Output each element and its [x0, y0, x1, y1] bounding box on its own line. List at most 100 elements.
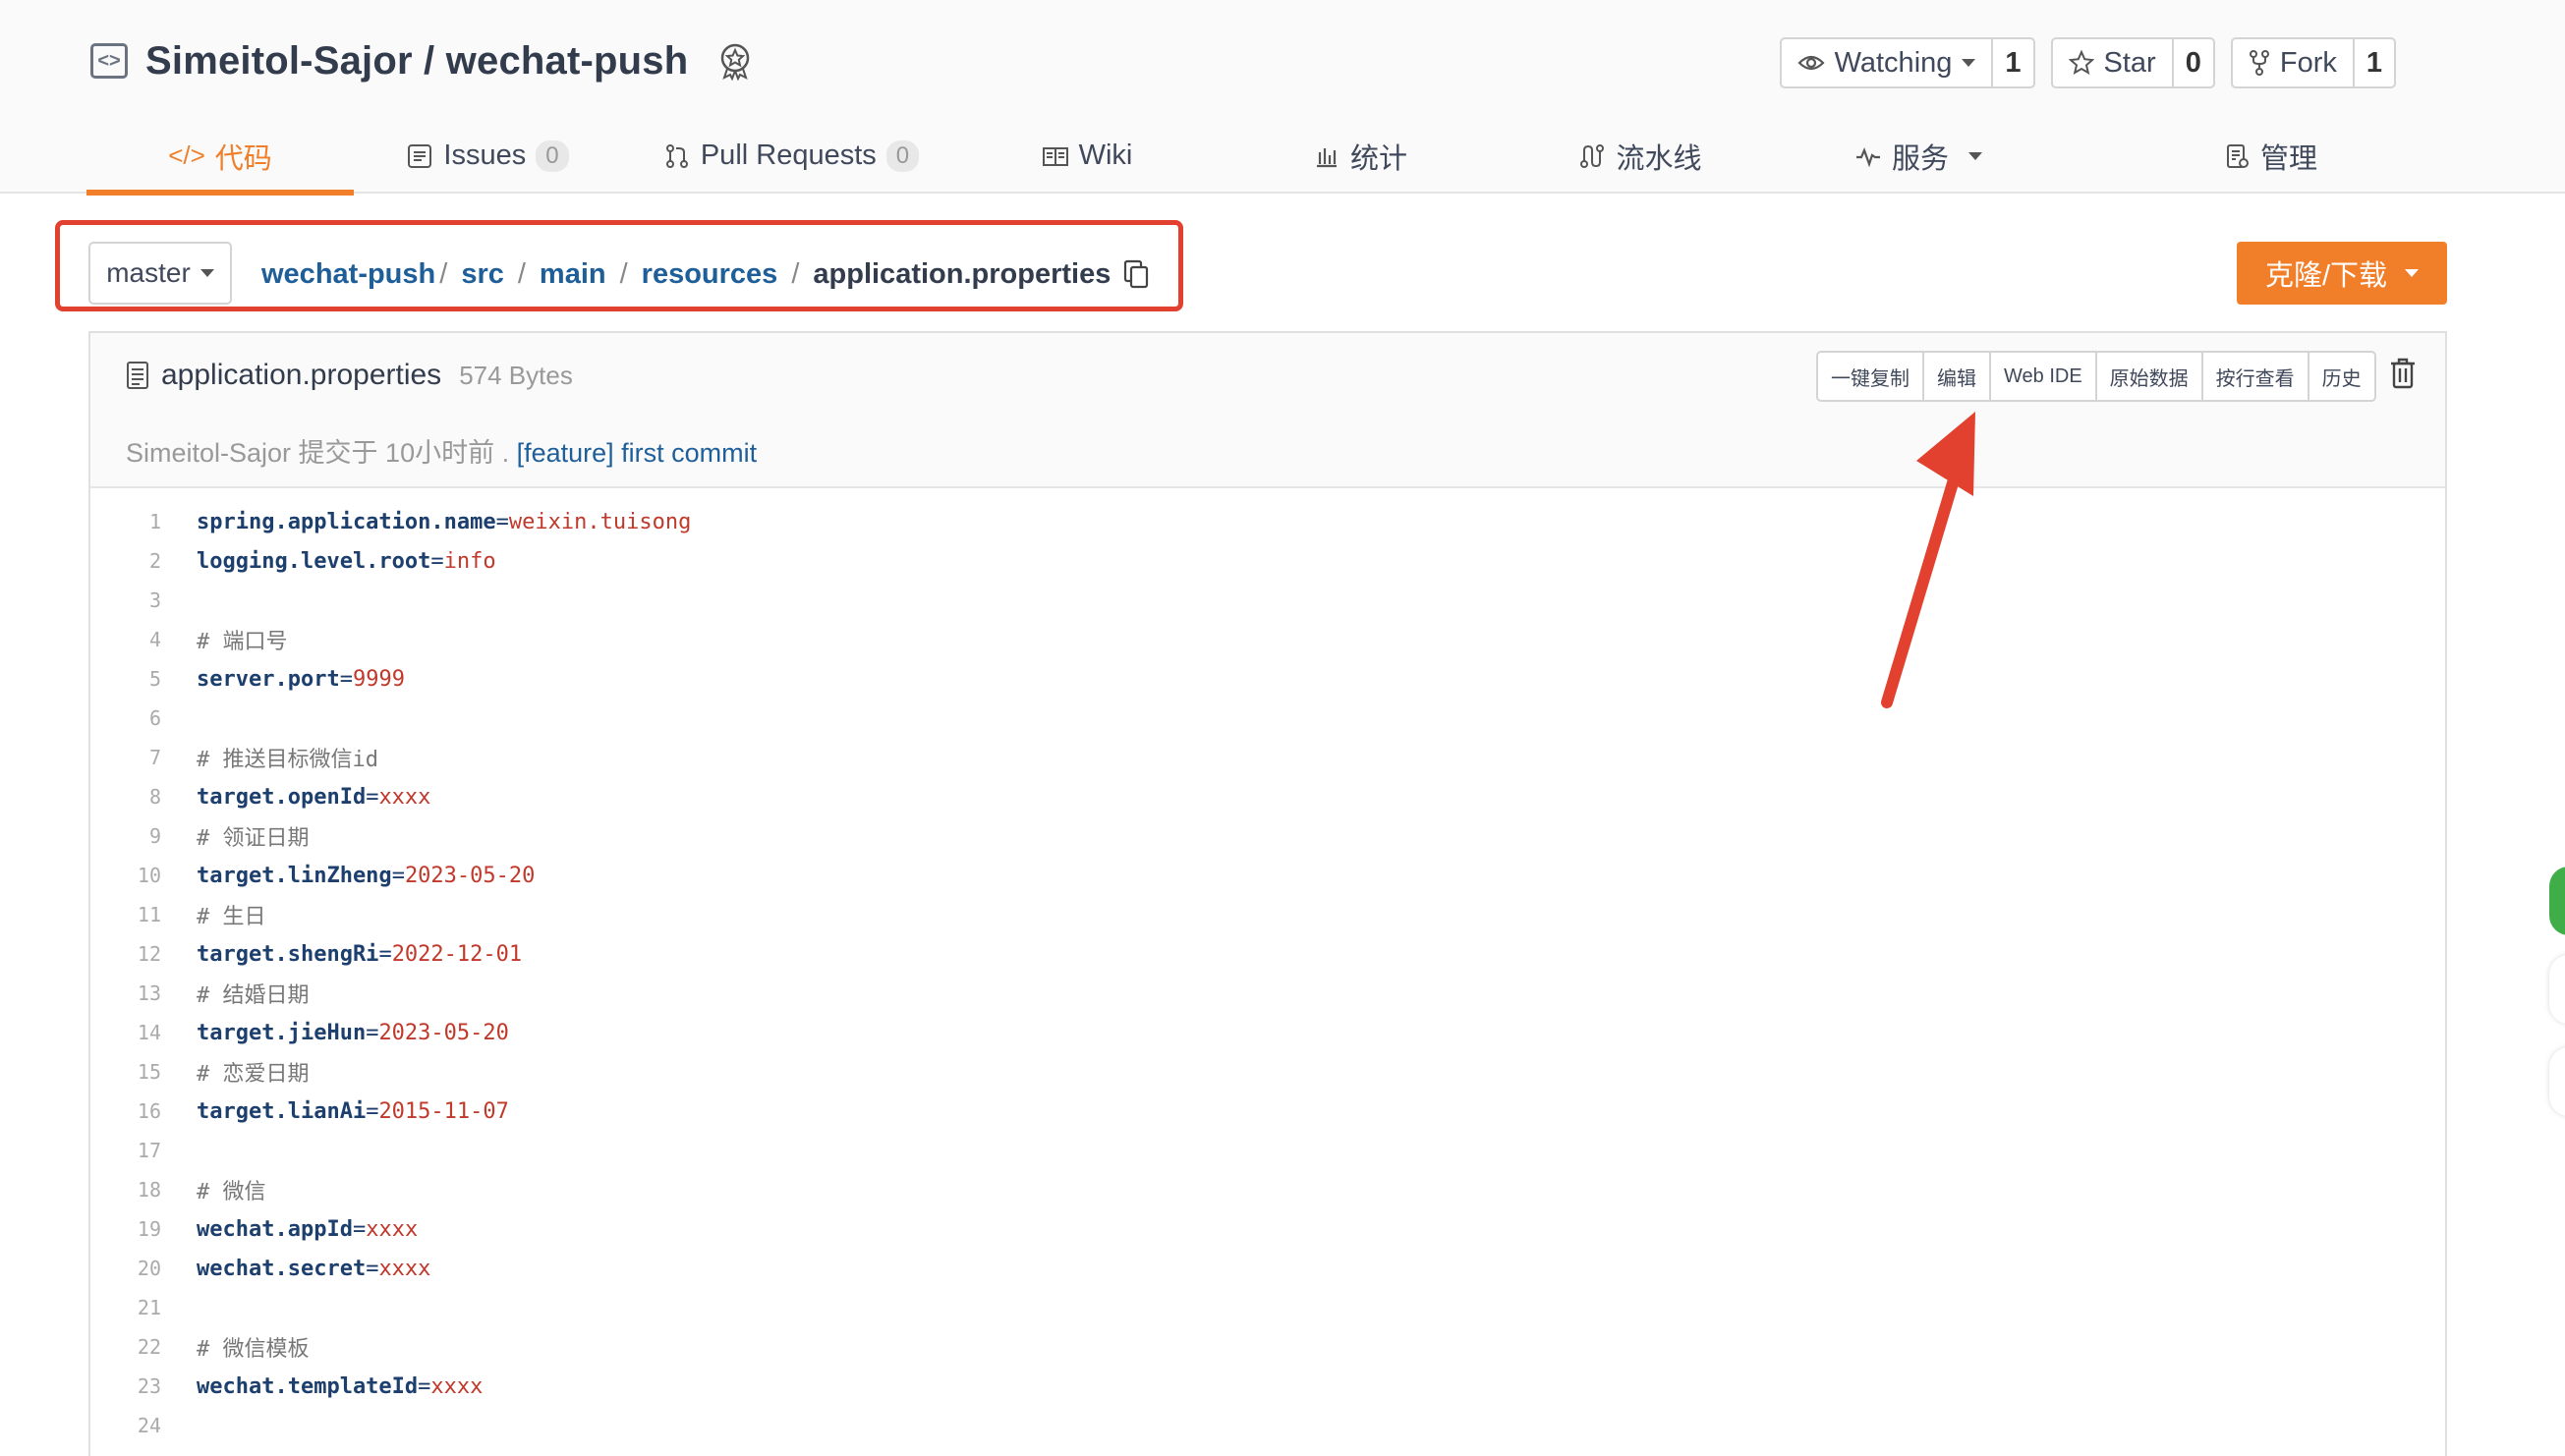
tab-code[interactable]: </> 代码 [86, 118, 354, 196]
code-line: 12 target.shengRi=2022-12-01 [90, 934, 2445, 974]
branch-selector[interactable]: master [88, 242, 232, 305]
tab-manage[interactable]: 管理 [2064, 118, 2477, 194]
red-arrow-annotation [1881, 412, 1975, 708]
line-number[interactable]: 17 [90, 1139, 161, 1162]
line-number[interactable]: 11 [90, 903, 161, 926]
line-number[interactable]: 1 [90, 510, 161, 533]
star-button[interactable]: Star [2053, 39, 2172, 86]
floating-side-button[interactable] [2549, 1047, 2565, 1116]
raw-data-button[interactable]: 原始数据 [2094, 353, 2201, 400]
line-number[interactable]: 18 [90, 1178, 161, 1202]
file-size: 574 Bytes [459, 360, 573, 390]
chevron-down-icon [1962, 59, 1976, 67]
line-number[interactable]: 24 [90, 1414, 161, 1437]
line-number[interactable]: 5 [90, 667, 161, 691]
line-number[interactable]: 10 [90, 864, 161, 887]
line-content: logging.level.root=info [161, 549, 496, 574]
line-content: server.port=9999 [161, 667, 405, 692]
code-comment: # 领证日期 [197, 826, 310, 851]
property-key: wechat.secret [197, 1256, 367, 1281]
commit-message-link[interactable]: [feature] first commit [517, 438, 758, 468]
wiki-icon [1042, 146, 1068, 166]
line-number[interactable]: 12 [90, 942, 161, 966]
code-comment: # 端口号 [197, 630, 288, 654]
repo-name[interactable]: Simeitol-Sajor / wechat-push [145, 39, 688, 84]
tab-issues-label: Issues [443, 140, 527, 171]
line-number[interactable]: 8 [90, 785, 161, 809]
property-value: xxxx [366, 1216, 419, 1242]
code-line: 4 # 端口号 [90, 620, 2445, 659]
code-line: 22 # 微信模板 [90, 1327, 2445, 1367]
tab-stats[interactable]: 统计 [1213, 118, 1508, 194]
blame-button[interactable]: 按行查看 [2200, 353, 2308, 400]
property-value: info [443, 548, 496, 574]
line-number[interactable]: 21 [90, 1296, 161, 1319]
code-line: 16 target.lianAi=2015-11-07 [90, 1092, 2445, 1131]
line-content: spring.application.name=weixin.tuisong [161, 510, 691, 534]
service-icon [1855, 146, 1880, 167]
line-number[interactable]: 6 [90, 706, 161, 730]
line-number[interactable]: 13 [90, 981, 161, 1005]
equals-sign: = [378, 941, 392, 967]
property-value: xxxx [378, 784, 431, 810]
file-toolbar: 一键复制 编辑 Web IDE 原始数据 按行查看 历史 [1816, 351, 2376, 402]
history-button[interactable]: 历史 [2307, 353, 2374, 400]
tab-issues[interactable]: Issues 0 [354, 118, 621, 194]
code-view: 1 spring.application.name=weixin.tuisong 2… [90, 502, 2445, 1445]
floating-side-button[interactable] [2549, 955, 2565, 1024]
tab-pipeline[interactable]: 流水线 [1508, 118, 1773, 194]
star-count[interactable]: 0 [2171, 39, 2213, 86]
line-number[interactable]: 9 [90, 824, 161, 848]
edit-button[interactable]: 编辑 [1922, 353, 1989, 400]
line-number[interactable]: 14 [90, 1021, 161, 1044]
fork-button-group: Fork 1 [2230, 37, 2396, 88]
watch-label: Watching [1834, 46, 1953, 79]
repo-code-icon: <> [90, 43, 128, 79]
line-number[interactable]: 7 [90, 746, 161, 769]
code-line: 3 [90, 581, 2445, 620]
floating-side-button[interactable] [2549, 867, 2565, 935]
clone-download-label: 克隆/下载 [2264, 260, 2388, 292]
trash-icon[interactable] [2388, 357, 2418, 390]
code-line: 24 [90, 1406, 2445, 1445]
breadcrumb-main-link[interactable]: main [540, 258, 606, 291]
copy-all-button[interactable]: 一键复制 [1818, 353, 1922, 400]
file-header: application.properties 574 Bytes Simeito… [90, 333, 2445, 488]
line-number[interactable]: 2 [90, 549, 161, 573]
fork-button[interactable]: Fork [2233, 39, 2353, 86]
code-line: 20 wechat.secret=xxxx [90, 1249, 2445, 1288]
tab-pull-requests[interactable]: Pull Requests 0 [621, 118, 961, 194]
line-content: target.openId=xxxx [161, 785, 430, 810]
line-number[interactable]: 3 [90, 588, 161, 612]
line-content: # 微信 [161, 1174, 266, 1205]
copy-path-icon[interactable] [1122, 259, 1150, 289]
code-comment: # 结婚日期 [197, 983, 310, 1008]
watch-count[interactable]: 1 [1991, 39, 2032, 86]
breadcrumb-repo-link[interactable]: wechat-push [261, 258, 435, 291]
issues-icon [408, 143, 432, 168]
line-content: target.lianAi=2015-11-07 [161, 1099, 509, 1124]
equals-sign: = [339, 666, 353, 692]
file-panel: application.properties 574 Bytes Simeito… [88, 331, 2447, 1456]
line-number[interactable]: 20 [90, 1257, 161, 1280]
line-number[interactable]: 4 [90, 628, 161, 651]
chevron-down-icon [1968, 151, 1982, 160]
breadcrumb-src-link[interactable]: src [461, 258, 504, 291]
watch-button[interactable]: Watching [1782, 39, 1992, 86]
breadcrumb-resources-link[interactable]: resources [642, 258, 778, 291]
line-content: # 微信模板 [161, 1331, 310, 1363]
tab-service[interactable]: 服务 [1773, 118, 2064, 194]
line-content: # 结婚日期 [161, 978, 310, 1009]
web-ide-button[interactable]: Web IDE [1989, 353, 2095, 400]
line-number[interactable]: 19 [90, 1217, 161, 1241]
property-key: logging.level.root [197, 548, 431, 574]
fork-count[interactable]: 1 [2352, 39, 2394, 86]
line-number[interactable]: 15 [90, 1060, 161, 1084]
tab-wiki[interactable]: Wiki [961, 118, 1213, 194]
line-number[interactable]: 16 [90, 1099, 161, 1123]
line-number[interactable]: 23 [90, 1374, 161, 1398]
property-key: wechat.appId [197, 1216, 353, 1242]
line-number[interactable]: 22 [90, 1335, 161, 1359]
clone-download-button[interactable]: 克隆/下载 [2237, 242, 2447, 305]
stats-icon [1316, 147, 1337, 167]
